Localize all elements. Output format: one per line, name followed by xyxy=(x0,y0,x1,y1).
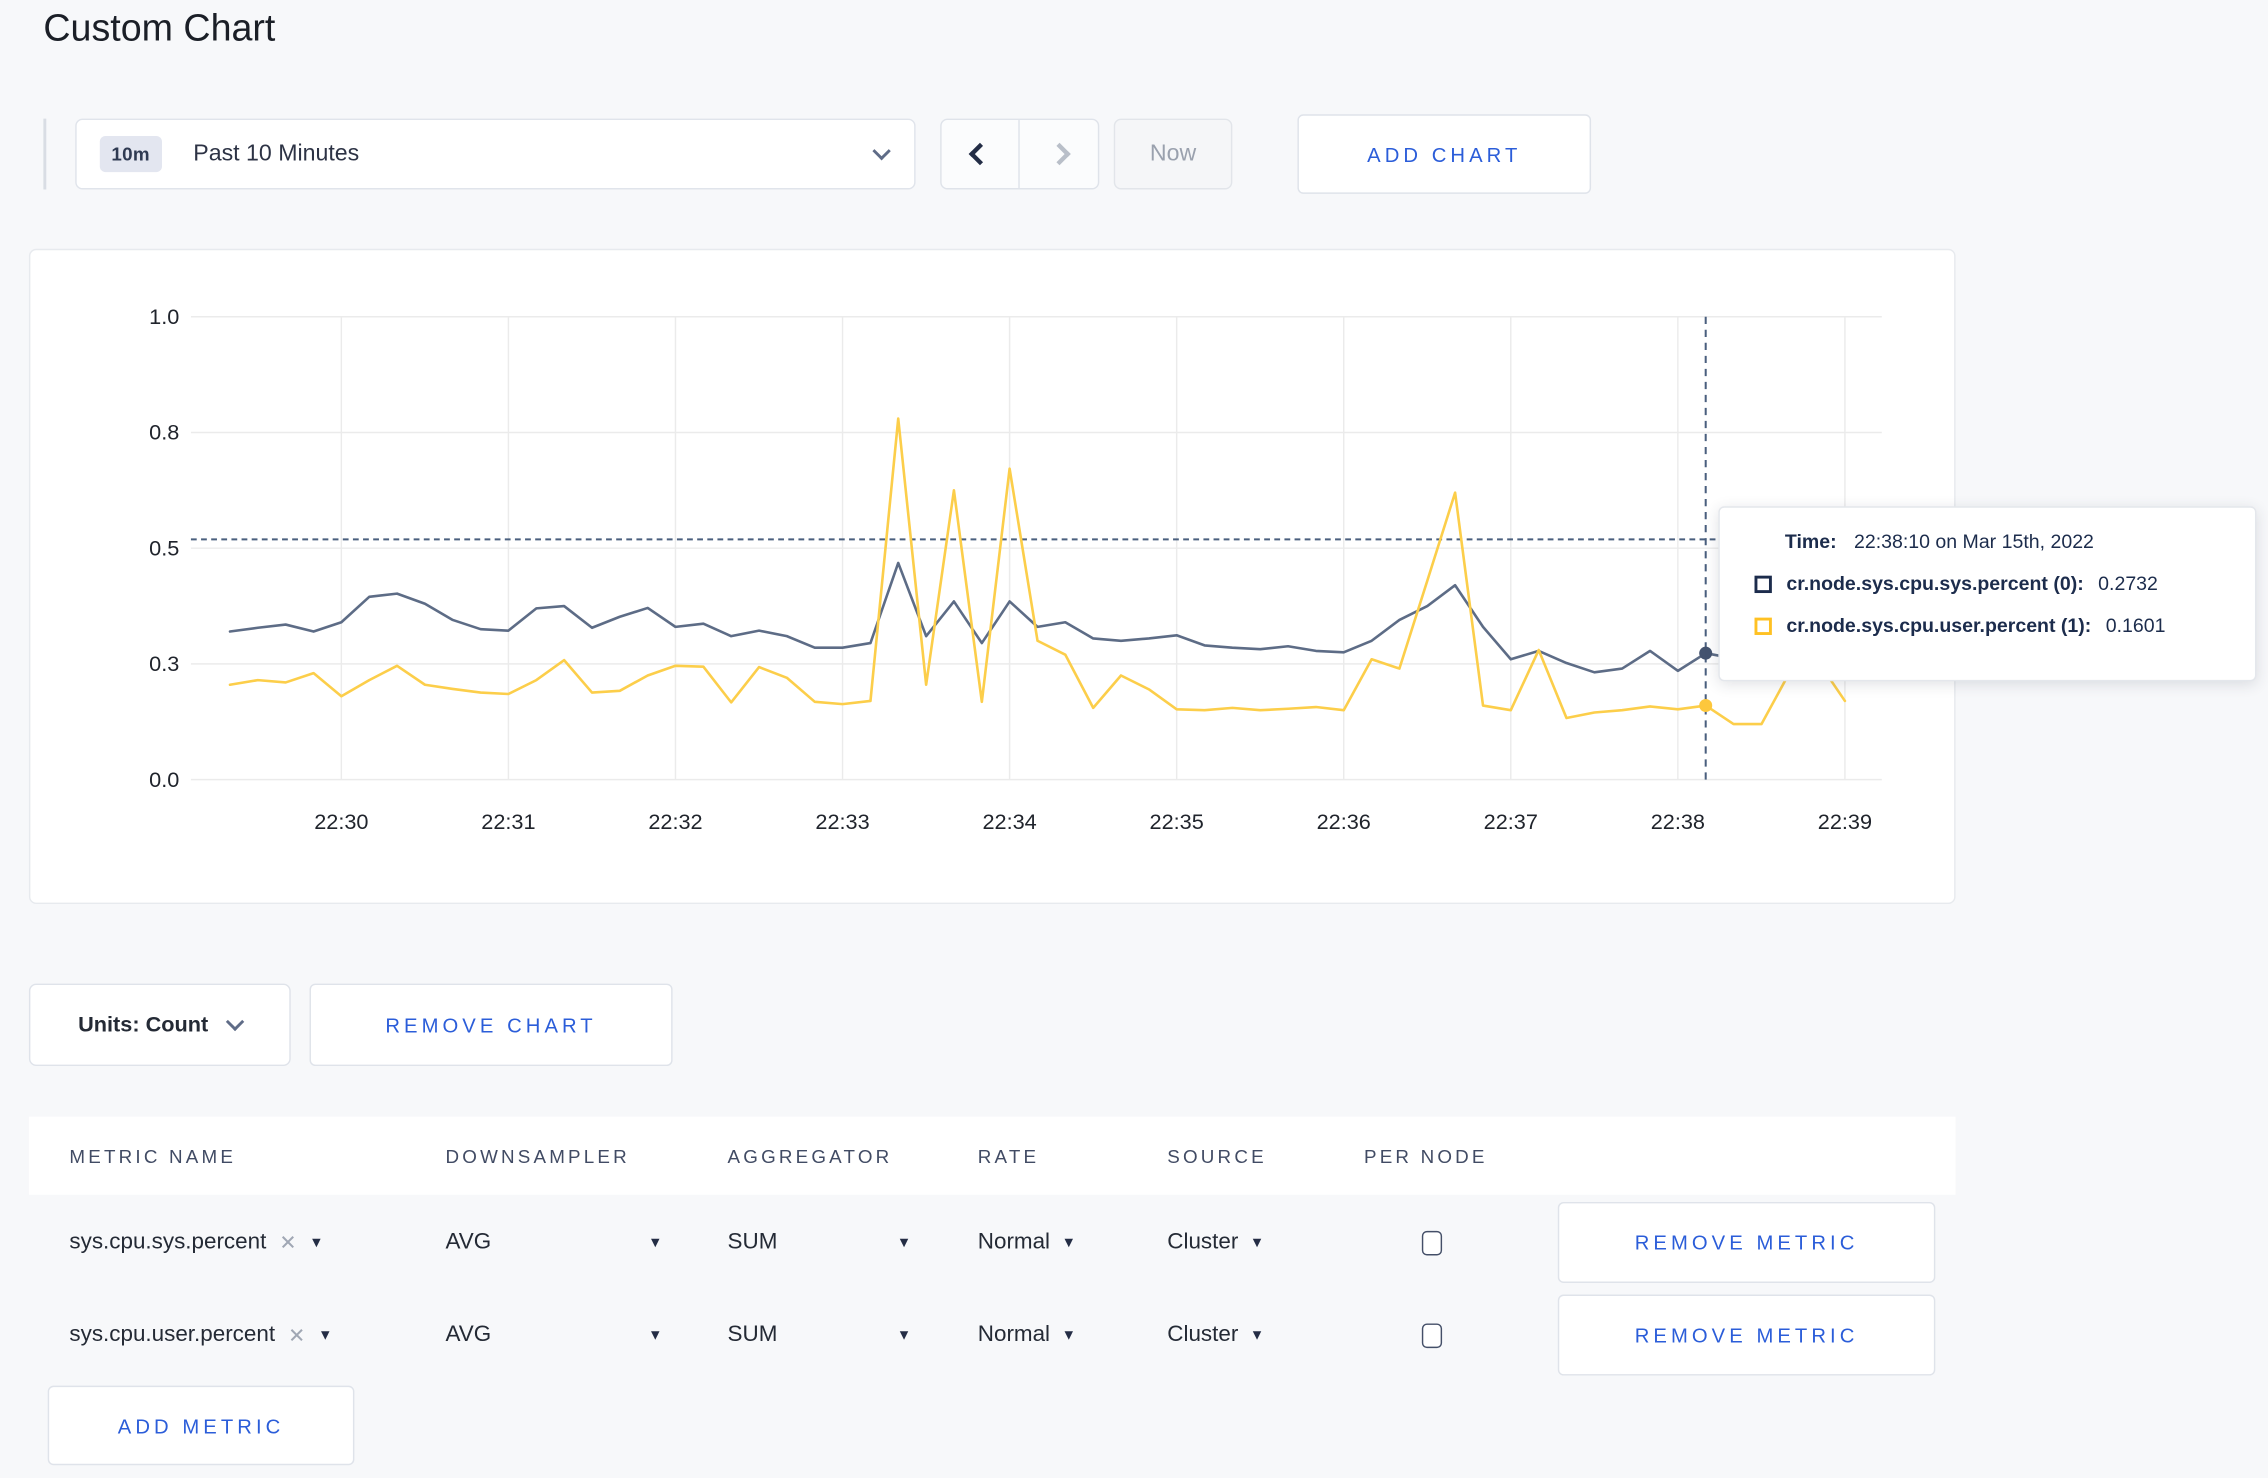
caret-down-icon: ▼ xyxy=(309,1234,324,1251)
series-user-swatch-icon xyxy=(1754,617,1772,635)
caret-down-icon: ▼ xyxy=(896,1234,912,1251)
caret-down-icon: ▼ xyxy=(1061,1327,1076,1344)
tooltip-series-row: cr.node.sys.cpu.user.percent (1): 0.1601 xyxy=(1754,612,2232,641)
rate-select[interactable]: Normal ▼ xyxy=(978,1229,1167,1255)
svg-text:22:33: 22:33 xyxy=(815,809,869,834)
custom-chart-page: Custom Chart 10m Past 10 Minutes Now ADD… xyxy=(0,0,2268,1478)
chevron-right-icon xyxy=(1047,142,1071,166)
tooltip-series-name: cr.node.sys.cpu.sys.percent (0): xyxy=(1786,572,2084,595)
source-value: Cluster xyxy=(1167,1322,1239,1347)
svg-text:22:31: 22:31 xyxy=(481,809,535,834)
units-dropdown[interactable]: Units: Count xyxy=(28,983,291,1067)
caret-down-icon: ▼ xyxy=(1061,1234,1076,1251)
tooltip-time-label: Time: xyxy=(1784,530,1837,553)
cpu-usage-chart[interactable]: 0.0 0.3 0.5 0.8 1.0 22:30 22:31 22:32 22:33 22:34… xyxy=(30,250,1957,905)
source-select[interactable]: Cluster ▼ xyxy=(1167,1229,1364,1255)
downsampler-value: AVG xyxy=(445,1322,492,1347)
metric-name-select[interactable]: sys.cpu.sys.percent ✕ ▼ xyxy=(69,1229,445,1255)
time-back-button[interactable] xyxy=(942,120,1020,189)
svg-text:0.5: 0.5 xyxy=(149,535,179,560)
time-window-label: Past 10 Minutes xyxy=(193,141,360,166)
clear-metric-icon[interactable]: ✕ xyxy=(279,1230,296,1255)
rate-select[interactable]: Normal ▼ xyxy=(978,1322,1167,1348)
svg-text:22:38: 22:38 xyxy=(1651,809,1705,834)
aggregator-value: SUM xyxy=(727,1322,778,1347)
remove-chart-button[interactable]: REMOVE CHART xyxy=(309,983,673,1067)
per-node-checkbox[interactable] xyxy=(1421,1322,1443,1348)
tooltip-series-name: cr.node.sys.cpu.user.percent (1): xyxy=(1786,614,2092,637)
clear-metric-icon[interactable]: ✕ xyxy=(288,1323,305,1348)
svg-text:22:37: 22:37 xyxy=(1484,809,1538,834)
tooltip-series-value: 0.1601 xyxy=(2105,614,2166,637)
rate-value: Normal xyxy=(977,1322,1051,1347)
svg-text:22:32: 22:32 xyxy=(648,809,702,834)
tooltip-series-row: cr.node.sys.cpu.sys.percent (0): 0.2732 xyxy=(1754,570,2232,599)
svg-text:22:34: 22:34 xyxy=(982,809,1036,834)
caret-down-icon: ▼ xyxy=(648,1234,663,1251)
svg-text:1.0: 1.0 xyxy=(149,304,179,329)
rate-value: Normal xyxy=(977,1229,1051,1255)
aggregator-select[interactable]: SUM ▼ xyxy=(728,1229,912,1255)
units-label: Units: Count xyxy=(78,1012,209,1038)
chevron-down-icon xyxy=(225,1012,245,1032)
chart-tooltip: Time: 22:38:10 on Mar 15th, 2022 cr.node.… xyxy=(1718,506,2257,682)
tooltip-time-row: Time: 22:38:10 on Mar 15th, 2022 xyxy=(1785,526,2232,556)
caret-down-icon: ▼ xyxy=(1249,1234,1265,1251)
metric-name-select[interactable]: sys.cpu.user.percent ✕ ▼ xyxy=(69,1322,445,1348)
col-header-aggregator: AGGREGATOR xyxy=(727,1144,893,1167)
caret-down-icon: ▼ xyxy=(318,1327,333,1344)
downsampler-select[interactable]: AVG ▼ xyxy=(445,1229,662,1255)
time-forward-button[interactable] xyxy=(1020,120,1098,188)
svg-text:0.8: 0.8 xyxy=(149,420,179,445)
now-button[interactable]: Now xyxy=(1113,118,1233,190)
svg-text:0.3: 0.3 xyxy=(149,651,179,676)
chevron-left-icon xyxy=(968,142,992,166)
col-header-rate: RATE xyxy=(977,1144,1040,1167)
series-sys-swatch-icon xyxy=(1754,575,1772,594)
remove-metric-button[interactable]: REMOVE METRIC xyxy=(1557,1294,1936,1376)
col-header-metric-name: METRIC NAME xyxy=(69,1144,237,1167)
downsampler-value: AVG xyxy=(445,1229,492,1255)
time-window-dropdown[interactable]: 10m Past 10 Minutes xyxy=(75,118,916,190)
time-nav-group xyxy=(940,118,1100,190)
chevron-down-icon xyxy=(872,141,891,161)
chart-card: 0.0 0.3 0.5 0.8 1.0 22:30 22:31 22:32 22:33 22:34… xyxy=(28,248,1957,905)
source-select[interactable]: Cluster ▼ xyxy=(1167,1322,1364,1348)
time-window-badge: 10m xyxy=(99,135,162,173)
toolbar-divider xyxy=(43,118,47,190)
caret-down-icon: ▼ xyxy=(896,1327,912,1344)
metric-name-value: sys.cpu.sys.percent xyxy=(69,1229,267,1255)
remove-metric-button[interactable]: REMOVE METRIC xyxy=(1557,1201,1936,1283)
svg-text:22:36: 22:36 xyxy=(1317,809,1371,834)
metric-name-value: sys.cpu.user.percent xyxy=(69,1322,276,1347)
aggregator-value: SUM xyxy=(727,1229,778,1255)
caret-down-icon: ▼ xyxy=(648,1327,663,1344)
page-title: Custom Chart xyxy=(43,5,276,50)
downsampler-select[interactable]: AVG ▼ xyxy=(445,1322,662,1348)
svg-text:22:35: 22:35 xyxy=(1150,809,1204,834)
svg-text:22:30: 22:30 xyxy=(314,809,368,834)
metrics-table-header: METRIC NAME DOWNSAMPLER AGGREGATOR RATE … xyxy=(28,1116,1956,1195)
metric-row: sys.cpu.user.percent ✕ ▼ AVG ▼ SUM ▼ Nor… xyxy=(29,1290,1956,1380)
col-header-downsampler: DOWNSAMPLER xyxy=(445,1144,630,1167)
svg-text:22:39: 22:39 xyxy=(1818,809,1872,834)
caret-down-icon: ▼ xyxy=(1249,1327,1265,1344)
col-header-source: SOURCE xyxy=(1167,1144,1267,1167)
add-metric-button[interactable]: ADD METRIC xyxy=(47,1385,355,1466)
svg-text:0.0: 0.0 xyxy=(149,767,179,792)
col-header-per-node: PER NODE xyxy=(1363,1144,1488,1167)
tooltip-series-value: 0.2732 xyxy=(2098,572,2158,595)
add-chart-button[interactable]: ADD CHART xyxy=(1297,114,1592,194)
aggregator-select[interactable]: SUM ▼ xyxy=(728,1322,912,1348)
source-value: Cluster xyxy=(1167,1229,1239,1255)
per-node-checkbox[interactable] xyxy=(1421,1230,1443,1255)
tooltip-time-value: 22:38:10 on Mar 15th, 2022 xyxy=(1853,530,2094,553)
metric-row: sys.cpu.sys.percent ✕ ▼ AVG ▼ SUM ▼ Norm… xyxy=(29,1198,1956,1288)
